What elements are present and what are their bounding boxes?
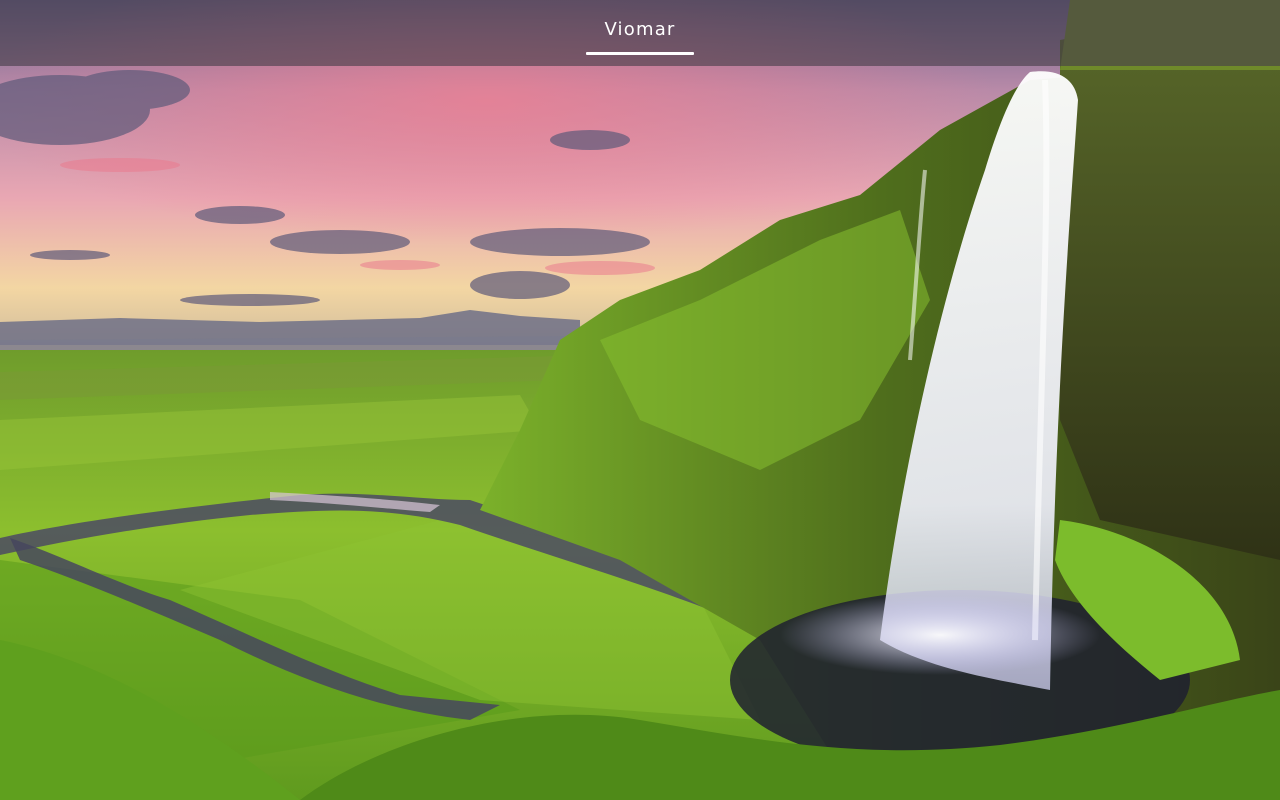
active-indicator-underline: [586, 52, 694, 55]
top-navigation-bar: Viomar: [0, 0, 1280, 66]
brand-home-link[interactable]: Viomar: [586, 0, 694, 66]
brand-name: Viomar: [604, 19, 676, 40]
page: Viomar: [0, 0, 1280, 800]
hero-landscape-image: [0, 0, 1280, 800]
